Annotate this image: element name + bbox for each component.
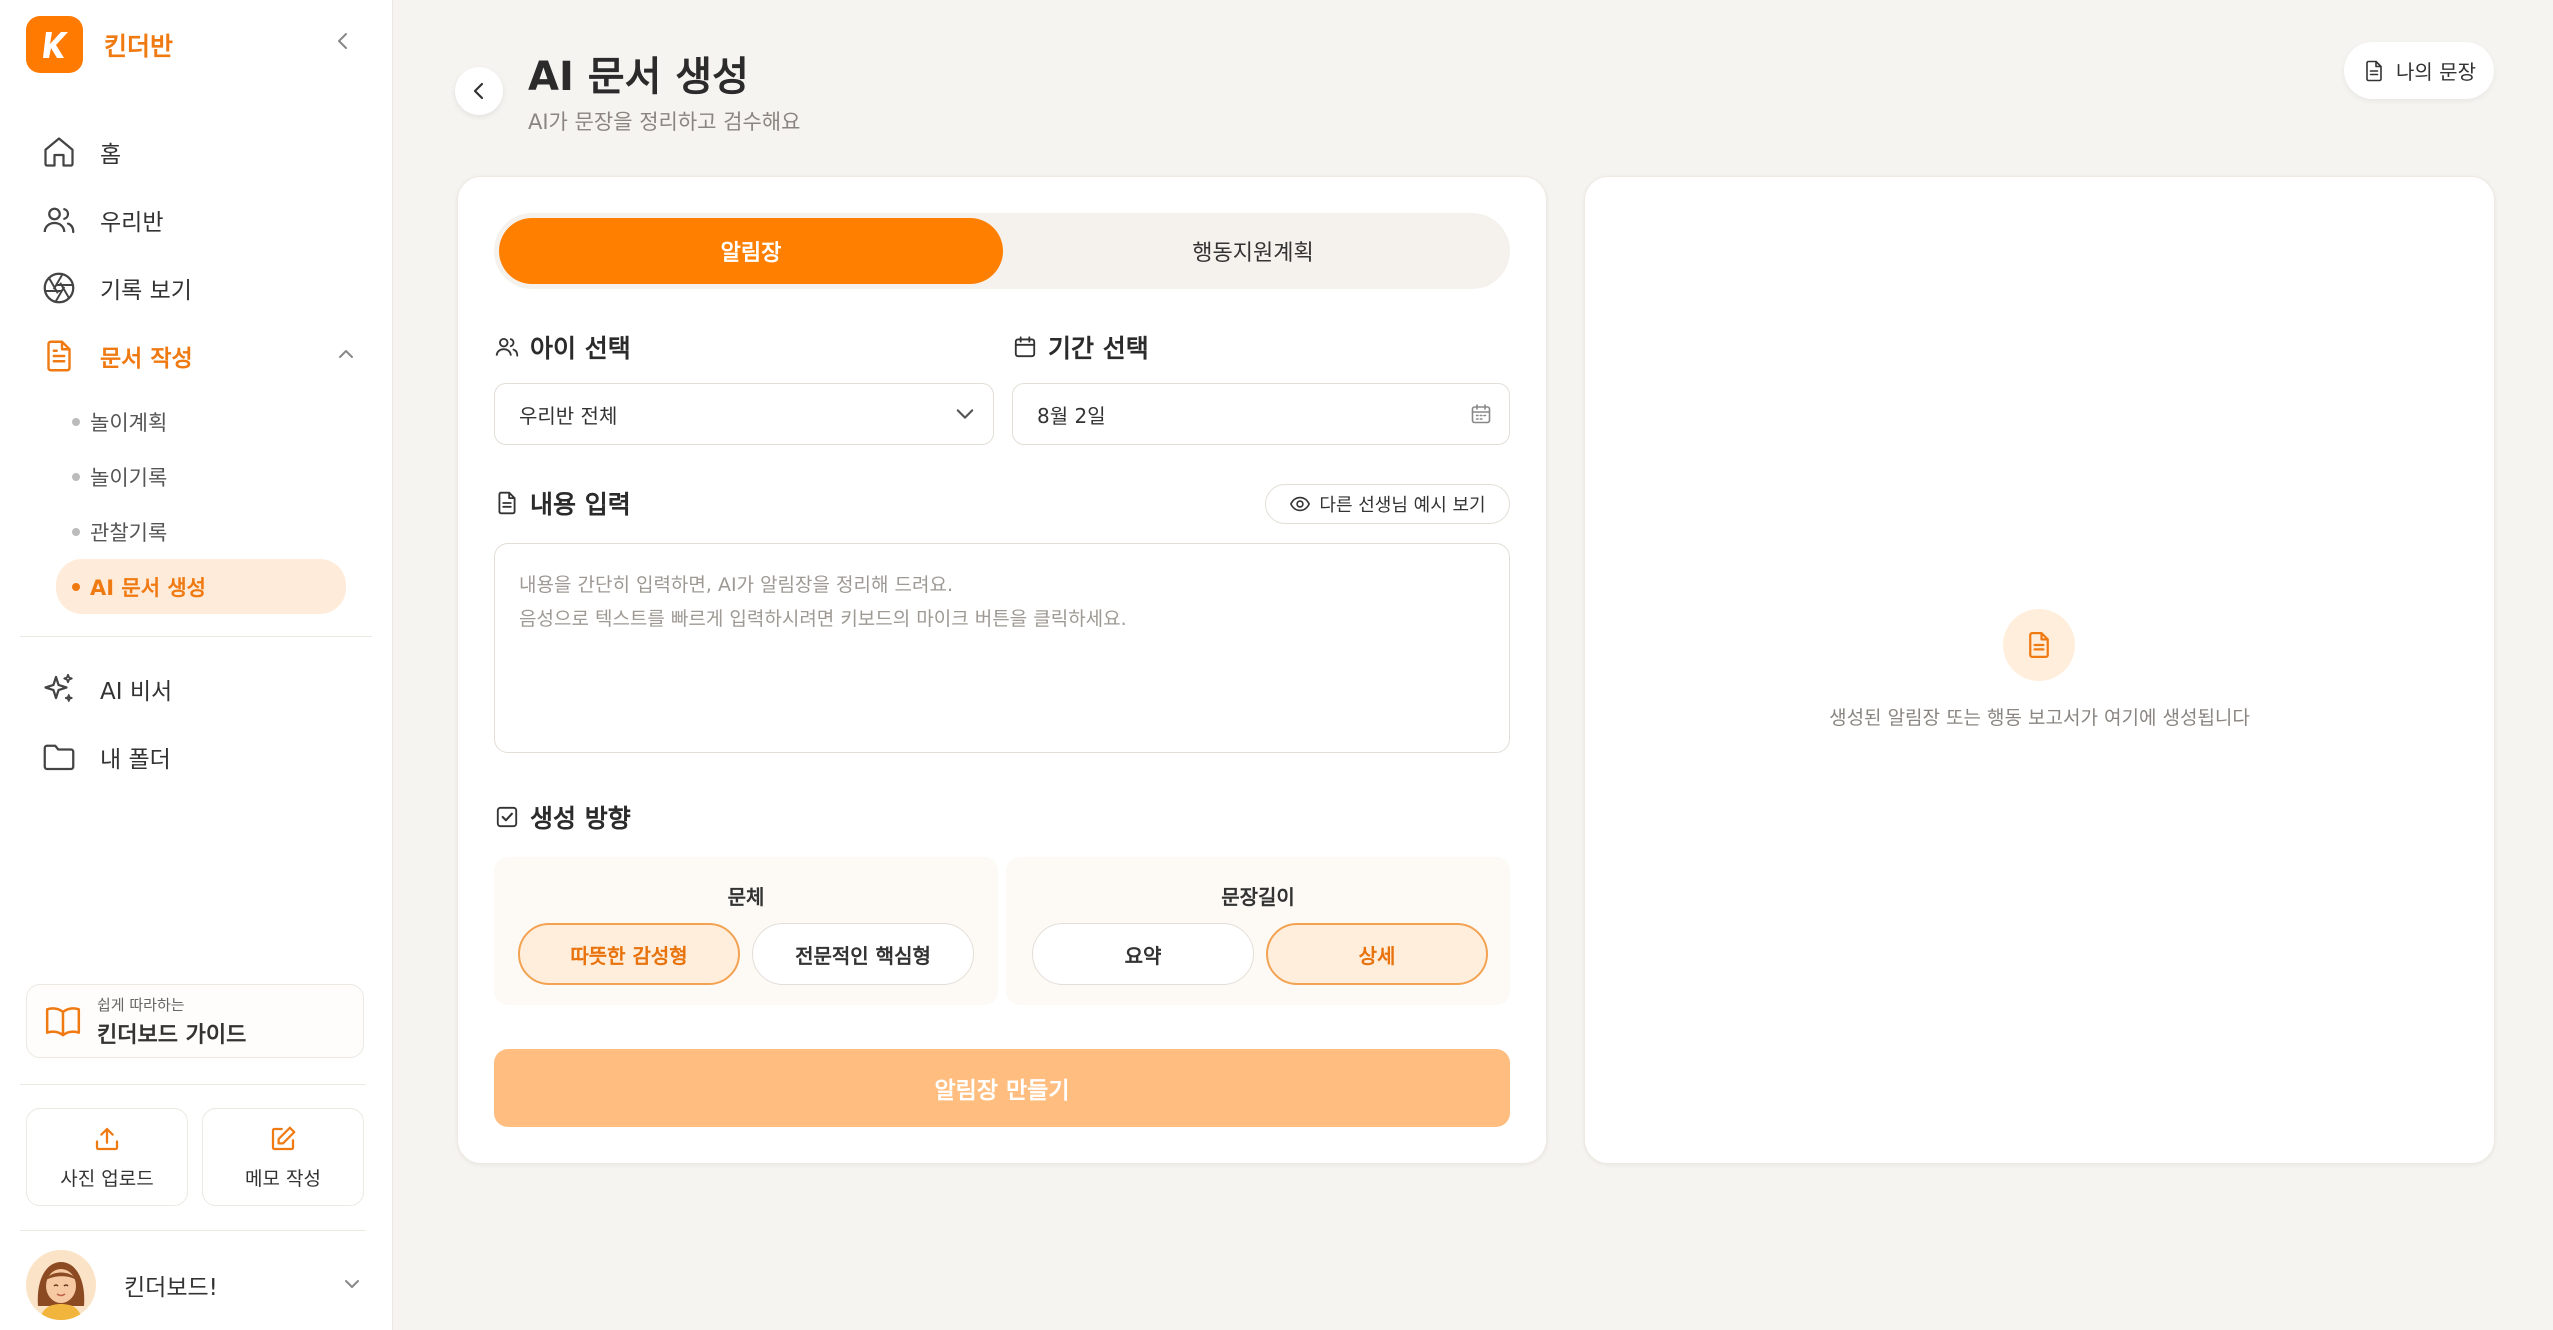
profile-name: 킨더보드! [124, 1275, 218, 1301]
guide-title: 킨더보드 가이드 [97, 1022, 247, 1048]
folder-icon [40, 738, 78, 776]
sidebar-nav: 홈 우리반 기록 보기 문서 작성 놀이계획 놀이기록 관찰기록 AI 문서 생… [20, 118, 372, 791]
submenu-item-play-record[interactable]: 놀이기록 [56, 449, 346, 504]
document-icon [494, 490, 520, 516]
upload-photo-button[interactable]: 사진 업로드 [26, 1108, 188, 1206]
chevron-left-icon [473, 82, 484, 100]
chevron-up-icon [336, 344, 356, 364]
preview-empty-text: 생성된 알림장 또는 행동 보고서가 여기에 생성됩니다 [1829, 707, 2250, 729]
length-option-title: 문장길이 [1221, 885, 1295, 909]
child-select-value: 우리반 전체 [519, 403, 618, 428]
style-option-warm[interactable]: 따뜻한 감성형 [518, 923, 740, 985]
document-type-tabs: 알림장 행동지원계획 [494, 213, 1510, 289]
sidebar-item-my-folder[interactable]: 내 폴더 [20, 723, 372, 791]
write-memo-label: 메모 작성 [245, 1167, 321, 1190]
write-memo-button[interactable]: 메모 작성 [202, 1108, 364, 1206]
preview-card: 생성된 알림장 또는 행동 보고서가 여기에 생성됩니다 [1584, 176, 2495, 1164]
period-date-value: 8월 2일 [1037, 403, 1106, 428]
guide-text: 쉽게 따라하는 킨더보드 가이드 [97, 994, 246, 1049]
book-open-icon [43, 1001, 83, 1041]
sidebar-item-records[interactable]: 기록 보기 [20, 254, 372, 322]
page-subtitle: AI가 문장을 정리하고 검수해요 [528, 110, 801, 134]
sidebar-item-label: 문서 작성 [100, 346, 193, 372]
period-select-title: 기간 선택 [1012, 329, 1149, 365]
placeholder-line: 음성으로 텍스트를 빠르게 입력하시려면 키보드의 마이크 버튼을 클릭하세요. [519, 608, 1127, 630]
collapse-sidebar-button[interactable] [328, 26, 358, 56]
guide-subtitle: 쉽게 따라하는 [97, 995, 185, 1014]
my-sentences-label: 나의 문장 [2396, 60, 2476, 84]
document-icon [2362, 59, 2386, 83]
documents-submenu: 놀이계획 놀이기록 관찰기록 AI 문서 생성 [20, 394, 372, 614]
submenu-item-ai-document[interactable]: AI 문서 생성 [56, 559, 346, 614]
sidebar-item-label: 우리반 [100, 210, 164, 236]
sidebar-item-label: AI 비서 [100, 679, 173, 705]
view-examples-label: 다른 선생님 예시 보기 [1319, 495, 1486, 516]
avatar [26, 1250, 96, 1320]
sidebar-item-label: 홈 [100, 142, 122, 168]
page-title: AI 문서 생성 [528, 54, 749, 100]
style-option-group: 문체 따뜻한 감성형 전문적인 핵심형 [494, 857, 998, 1005]
sidebar-item-label: 내 폴더 [100, 747, 171, 773]
submenu-item-play-plan[interactable]: 놀이계획 [56, 394, 346, 449]
document-icon [2003, 609, 2075, 681]
content-input-title: 내용 입력 [494, 485, 631, 521]
sidebar-item-myclass[interactable]: 우리반 [20, 186, 372, 254]
home-icon [40, 133, 78, 171]
upload-photo-label: 사진 업로드 [60, 1167, 154, 1190]
child-select-title: 아이 선택 [494, 329, 631, 365]
upload-icon [92, 1124, 122, 1154]
back-button[interactable] [455, 67, 503, 115]
users-icon [40, 201, 78, 239]
document-form-card: 알림장 행동지원계획 아이 선택 우리반 전체 기간 선택 8월 2일 내용 입… [457, 176, 1547, 1164]
brand-name: 킨더반 [104, 31, 174, 61]
bullet-dot [72, 473, 80, 481]
guide-card[interactable]: 쉽게 따라하는 킨더보드 가이드 [26, 984, 364, 1058]
bullet-dot [72, 418, 80, 426]
my-sentences-button[interactable]: 나의 문장 [2344, 42, 2494, 99]
eye-icon [1289, 493, 1311, 515]
calendar-icon [1012, 334, 1038, 360]
sidebar: 킨더반 홈 우리반 기록 보기 문서 작성 놀이계획 놀이기록 관찰기록 AI … [0, 0, 393, 1330]
users-icon [494, 334, 520, 360]
tab-notice[interactable]: 알림장 [499, 218, 1003, 284]
sidebar-item-documents[interactable]: 문서 작성 [20, 322, 372, 390]
submenu-item-observation[interactable]: 관찰기록 [56, 504, 346, 559]
calendar-icon[interactable] [1469, 402, 1493, 426]
length-option-group: 문장길이 요약 상세 [1006, 857, 1510, 1005]
bullet-dot [72, 583, 80, 591]
style-option-professional[interactable]: 전문적인 핵심형 [752, 923, 974, 985]
bullet-dot [72, 528, 80, 536]
chevron-down-icon [953, 402, 977, 426]
length-option-summary[interactable]: 요약 [1032, 923, 1254, 985]
profile-menu[interactable]: 킨더보드! [26, 1250, 364, 1320]
period-date-field[interactable]: 8월 2일 [1012, 383, 1510, 445]
tab-behavior-support-plan[interactable]: 행동지원계획 [1001, 218, 1505, 284]
edit-icon [268, 1124, 298, 1154]
sidebar-divider [20, 1230, 366, 1231]
sidebar-item-label: 기록 보기 [100, 278, 192, 304]
chevron-left-icon [338, 33, 347, 49]
content-textarea[interactable]: 내용을 간단히 입력하면, AI가 알림장을 정리해 드려요. 음성으로 텍스트… [494, 543, 1510, 753]
document-icon [40, 337, 78, 375]
style-option-title: 문체 [727, 885, 765, 909]
k-logo-icon [42, 31, 68, 58]
length-option-detailed[interactable]: 상세 [1266, 923, 1488, 985]
sidebar-item-home[interactable]: 홈 [20, 118, 372, 186]
brand-logo [26, 16, 83, 73]
direction-title: 생성 방향 [494, 799, 631, 835]
checkbox-icon [494, 804, 520, 830]
sidebar-divider [20, 636, 372, 637]
sidebar-divider [20, 1084, 366, 1085]
brand[interactable]: 킨더반 [26, 16, 173, 73]
sparkle-icon [40, 670, 78, 708]
aperture-icon [40, 269, 78, 307]
chevron-down-icon [342, 1274, 362, 1294]
create-notice-button[interactable]: 알림장 만들기 [494, 1049, 1510, 1127]
sidebar-item-ai-assistant[interactable]: AI 비서 [20, 655, 372, 723]
placeholder-line: 내용을 간단히 입력하면, AI가 알림장을 정리해 드려요. [519, 574, 953, 596]
child-select-dropdown[interactable]: 우리반 전체 [494, 383, 994, 445]
view-examples-button[interactable]: 다른 선생님 예시 보기 [1265, 484, 1510, 524]
